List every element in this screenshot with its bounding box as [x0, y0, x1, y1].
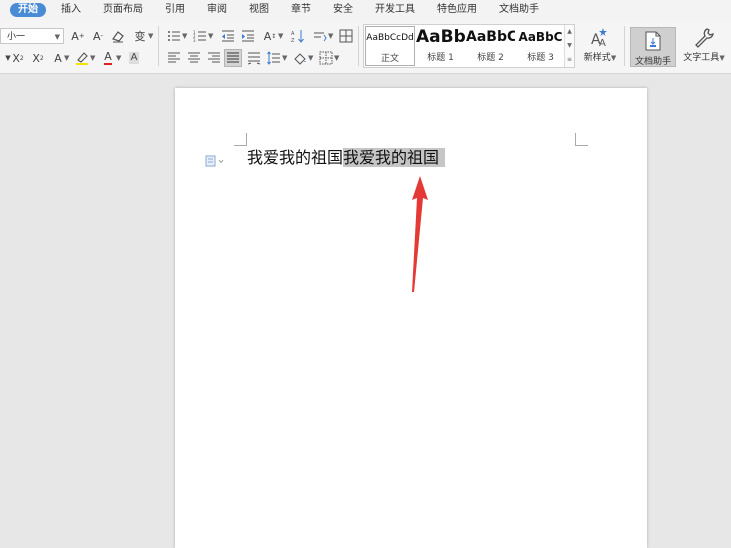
chevron-down-icon[interactable]: ▼ — [565, 39, 574, 53]
chevron-down-icon[interactable]: ▼ — [148, 32, 153, 40]
styles-gallery-scrollbar[interactable]: ▲ ▼ ≡ — [564, 25, 574, 67]
tab-developer[interactable]: 开发工具 — [364, 0, 426, 20]
ribbon-separator — [624, 26, 625, 66]
increase-indent-icon[interactable] — [240, 28, 256, 44]
grow-font-icon[interactable]: A + — [70, 28, 86, 44]
chevron-down-icon[interactable]: ▼ — [64, 54, 69, 62]
chevron-down-icon[interactable]: ▼ — [334, 54, 339, 62]
char-shading-icon[interactable]: A — [126, 50, 142, 66]
chevron-down-icon: ▼ — [54, 33, 60, 41]
doc-assistant-label: 文档助手 — [634, 57, 671, 67]
chevron-down-icon[interactable]: ▼ — [308, 54, 313, 62]
chevron-down-icon[interactable]: ▼ — [278, 32, 283, 40]
doc-assistant-icon — [645, 31, 661, 51]
numbered-list-icon[interactable]: 123 — [192, 28, 208, 44]
chevron-down-icon[interactable]: ▼ — [282, 54, 287, 62]
style-heading-2[interactable]: AaBbC 标题 2 — [466, 26, 515, 66]
style-heading-3[interactable]: AaBbC 标题 3 — [516, 26, 565, 66]
font-size-select[interactable]: 小一 ▼ — [0, 28, 64, 44]
chevron-down-icon[interactable]: ▼ — [328, 32, 333, 40]
text-run-selected[interactable]: 我爱我的祖国 — [343, 148, 446, 167]
font-color-icon[interactable]: A — [100, 50, 116, 66]
subscript-icon[interactable]: X2 — [30, 50, 46, 66]
chevron-down-icon[interactable]: ▼ — [116, 54, 121, 62]
font-size-value: 小一 — [7, 32, 26, 42]
new-style-icon: A A — [591, 28, 607, 48]
clear-format-icon[interactable] — [110, 28, 126, 44]
superscript-icon[interactable]: X2 — [10, 50, 26, 66]
align-left-icon[interactable] — [166, 50, 182, 66]
ribbon-separator — [358, 26, 359, 66]
wrench-icon — [695, 28, 714, 48]
tab-view[interactable]: 视图 — [238, 0, 280, 20]
table-grid-icon[interactable] — [338, 28, 354, 44]
tab-chapter[interactable]: 章节 — [280, 0, 322, 20]
document-page[interactable]: 我爱我的祖国我爱我的祖国 — [175, 88, 647, 548]
chevron-up-icon[interactable]: ▲ — [565, 25, 574, 39]
show-hide-marks-icon[interactable] — [312, 28, 328, 44]
text-direction-icon[interactable]: A ↕ — [262, 28, 278, 44]
tab-special-apps[interactable]: 特色应用 — [426, 0, 488, 20]
tab-security[interactable]: 安全 — [322, 0, 364, 20]
chevron-down-icon[interactable]: ▼ — [182, 32, 187, 40]
new-style-button[interactable]: A A 新样式▼ — [580, 26, 620, 63]
red-arrow-annotation — [412, 176, 428, 292]
align-center-icon[interactable] — [186, 50, 202, 66]
phonetic-guide-icon[interactable]: 变 — [132, 28, 148, 44]
decrease-indent-icon[interactable] — [220, 28, 236, 44]
tab-page-layout[interactable]: 页面布局 — [92, 0, 154, 20]
borders-icon[interactable] — [318, 50, 334, 66]
tab-review[interactable]: 审阅 — [196, 0, 238, 20]
ribbon-separator — [158, 26, 159, 66]
tab-home[interactable]: 开始 — [10, 3, 46, 17]
bullet-list-icon[interactable] — [166, 28, 182, 44]
svg-text:A: A — [599, 38, 606, 48]
text-run-plain[interactable]: 我爱我的祖国 — [247, 148, 343, 167]
crop-mark-top-right — [575, 133, 588, 146]
text-tools-label: 文字工具 — [683, 53, 720, 63]
text-tools-button[interactable]: 文字工具▼ — [680, 26, 728, 63]
crop-mark-top-left — [234, 133, 247, 146]
document-text-line[interactable]: 我爱我的祖国我爱我的祖国 — [247, 146, 446, 170]
highlight-color-icon[interactable] — [74, 50, 90, 66]
svg-text:A: A — [291, 31, 295, 37]
menu-bar: 开始 插入 页面布局 引用 审阅 视图 章节 安全 开发工具 特色应用 文档助手 — [0, 0, 731, 20]
chevron-down-icon[interactable]: ▼ — [208, 32, 213, 40]
tab-insert[interactable]: 插入 — [50, 0, 92, 20]
doc-assistant-button[interactable]: 文档助手 — [630, 27, 676, 67]
chevron-down-icon[interactable]: ▼ — [90, 54, 95, 62]
align-right-icon[interactable] — [206, 50, 222, 66]
sort-icon[interactable]: AZ — [290, 28, 306, 44]
style-heading-1[interactable]: AaBb 标题 1 — [416, 26, 465, 66]
gallery-expand-icon[interactable]: ≡ — [565, 53, 574, 67]
svg-text:3: 3 — [193, 38, 196, 43]
svg-text:Z: Z — [291, 38, 295, 43]
styles-gallery: AaBbCcDd 正文 AaBb 标题 1 AaBbC 标题 2 AaBbC 标… — [363, 24, 575, 68]
style-normal[interactable]: AaBbCcDd 正文 — [365, 26, 415, 66]
shading-fill-icon[interactable] — [292, 50, 308, 66]
new-style-label: 新样式 — [583, 53, 611, 63]
tab-doc-assistant[interactable]: 文档助手 — [488, 0, 550, 20]
paragraph-layout-icon — [205, 155, 224, 167]
distribute-icon[interactable] — [246, 50, 262, 66]
tab-references[interactable]: 引用 — [154, 0, 196, 20]
paragraph-handle[interactable] — [205, 152, 225, 167]
shrink-font-icon[interactable]: A- — [90, 28, 106, 44]
align-justify-icon[interactable] — [224, 49, 242, 67]
line-spacing-icon[interactable] — [266, 50, 282, 66]
ribbon-toolbar: 小一 ▼ A + A- 变 ▼ ▼ X2 X2 A ▼ ▼ A ▼ A ▼ 123… — [0, 20, 731, 74]
